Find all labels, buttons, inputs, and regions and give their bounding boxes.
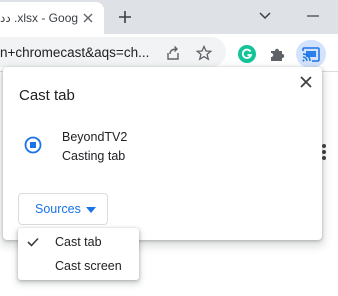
menu-item-label: Cast screen xyxy=(55,259,122,273)
dialog-title: Cast tab xyxy=(19,87,75,104)
puzzle-icon[interactable] xyxy=(266,43,288,65)
new-tab-button[interactable] xyxy=(114,6,136,28)
sources-button[interactable]: Sources xyxy=(18,193,108,225)
omnibox[interactable]: n+chromecast&aqs=ch... xyxy=(0,37,226,67)
sink-name: BeyondTV2 xyxy=(62,130,128,144)
chevron-down-icon xyxy=(259,12,271,20)
minimize-icon xyxy=(307,15,319,17)
grammarly-icon[interactable] xyxy=(236,43,258,65)
casting-indicator-icon[interactable] xyxy=(23,135,43,155)
sink-status: Casting tab xyxy=(62,149,126,163)
tab-search-button[interactable] xyxy=(254,6,276,26)
tab-close-icon[interactable] xyxy=(80,10,96,26)
caret-down-icon xyxy=(86,207,96,213)
tab-strip: دد .xlsx - Goog xyxy=(0,0,338,34)
sources-menu: Cast tab Cast screen xyxy=(18,228,139,280)
star-icon[interactable] xyxy=(195,44,213,62)
tab-title: دد .xlsx - Goog xyxy=(0,11,79,25)
sources-label: Sources xyxy=(35,202,81,216)
cast-sink-item[interactable]: BeyondTV2 Casting tab xyxy=(3,121,322,171)
menu-item-cast-tab[interactable]: Cast tab xyxy=(18,230,139,254)
minimize-button[interactable] xyxy=(302,6,324,26)
share-icon[interactable] xyxy=(164,44,182,62)
menu-item-label: Cast tab xyxy=(55,235,102,249)
browser-tab[interactable]: دد .xlsx - Goog xyxy=(0,2,104,34)
menu-item-cast-screen[interactable]: Cast screen xyxy=(18,254,139,278)
close-icon[interactable] xyxy=(297,73,315,91)
cast-dialog: Cast tab BeyondTV2 Casting tab Sources xyxy=(3,67,322,240)
cast-icon[interactable] xyxy=(296,40,326,68)
url-text[interactable]: n+chromecast&aqs=ch... xyxy=(0,45,160,60)
check-icon xyxy=(26,235,40,249)
plus-icon xyxy=(119,11,131,23)
